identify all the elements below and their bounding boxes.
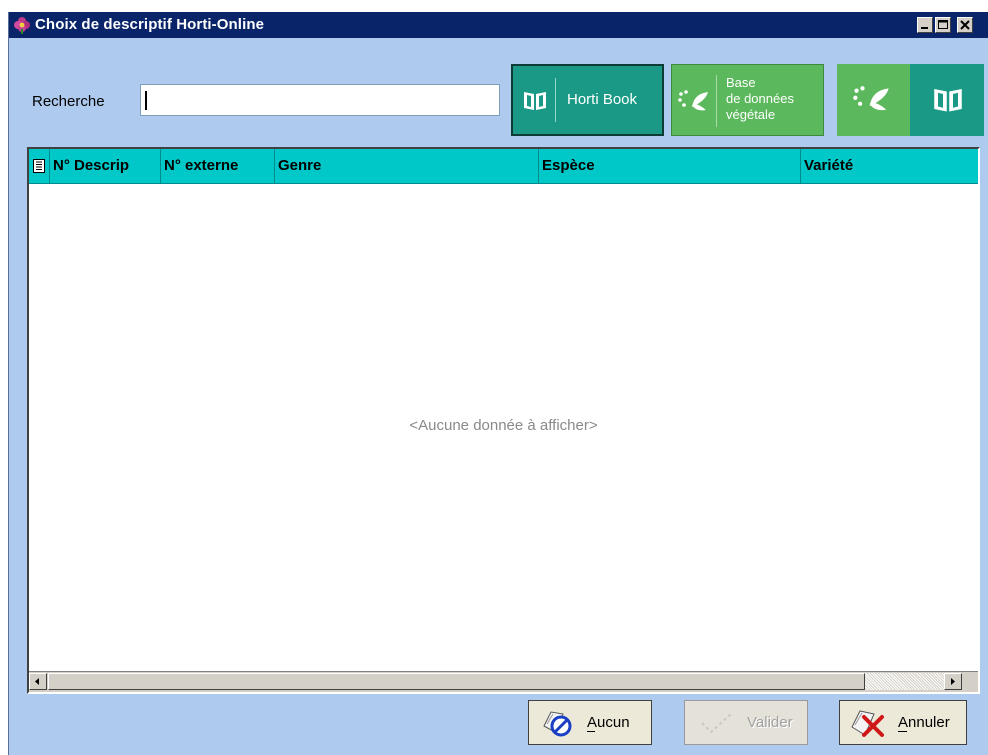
combined-plant-book-button[interactable]	[837, 64, 984, 136]
checkmark-icon	[701, 712, 733, 734]
minimize-icon	[921, 27, 928, 29]
none-button-label: Aucun	[587, 714, 630, 731]
plant-db-label-line1: Base	[726, 75, 756, 90]
empty-grid-message: <Aucune donnée à afficher>	[409, 417, 598, 434]
column-chooser-button[interactable]	[29, 149, 50, 183]
scroll-right-button[interactable]	[944, 673, 962, 690]
plant-database-button[interactable]: Base de données végétale	[671, 64, 824, 136]
plant-sprout-icon	[853, 86, 889, 111]
book-icon	[934, 89, 962, 112]
search-input[interactable]	[140, 84, 500, 116]
text-caret	[145, 91, 147, 110]
column-header-species[interactable]: Espèce	[539, 149, 801, 183]
minimize-button[interactable]	[917, 17, 933, 33]
arrow-right-icon	[951, 678, 955, 685]
arrow-left-icon	[35, 678, 39, 685]
divider	[716, 75, 717, 127]
plant-db-label-line2: de données	[726, 91, 794, 106]
flower-icon	[14, 17, 30, 34]
grid-header: N° Descrip N° externe Genre Espèce Varié…	[29, 149, 978, 184]
plant-half	[837, 64, 910, 136]
close-icon	[960, 20, 970, 30]
descriptor-grid[interactable]: N° Descrip N° externe Genre Espèce Varié…	[27, 147, 980, 694]
column-header-genus[interactable]: Genre	[275, 149, 539, 183]
scroll-left-button[interactable]	[29, 673, 47, 690]
scrollbar-thumb[interactable]	[48, 673, 865, 690]
book-half	[910, 64, 984, 136]
horti-book-label: Horti Book	[567, 91, 638, 108]
horti-book-button[interactable]: Horti Book	[511, 64, 664, 136]
close-button[interactable]	[957, 17, 973, 33]
column-header-variety[interactable]: Variété	[801, 149, 978, 183]
cancel-x-icon	[851, 710, 884, 737]
scrollbar-track[interactable]	[865, 673, 944, 690]
title-bar[interactable]: Choix de descriptif Horti-Online	[9, 12, 988, 38]
validate-button[interactable]: Valider	[684, 700, 808, 745]
plant-db-label-line3: végétale	[726, 107, 776, 122]
search-label: Recherche	[32, 93, 105, 110]
plant-sprout-icon	[678, 90, 708, 111]
column-list-icon	[33, 159, 45, 173]
cancel-circle-icon	[543, 711, 572, 737]
window-title: Choix de descriptif Horti-Online	[35, 16, 265, 33]
maximize-icon	[938, 20, 948, 29]
column-header-descrip[interactable]: N° Descrip	[50, 149, 161, 183]
cancel-button[interactable]: Annuler	[839, 700, 967, 745]
none-button[interactable]: Aucun	[528, 700, 652, 745]
book-icon	[524, 92, 546, 110]
cancel-button-label: Annuler	[898, 714, 950, 731]
horizontal-scrollbar[interactable]	[29, 671, 978, 692]
accelerator-underline	[587, 731, 595, 732]
accelerator-underline	[898, 731, 907, 732]
dialog-window: Choix de descriptif Horti-Online Recherc…	[8, 12, 988, 755]
column-header-external[interactable]: N° externe	[161, 149, 275, 183]
maximize-button[interactable]	[935, 17, 951, 33]
validate-button-label: Valider	[747, 714, 793, 731]
divider	[555, 78, 556, 122]
